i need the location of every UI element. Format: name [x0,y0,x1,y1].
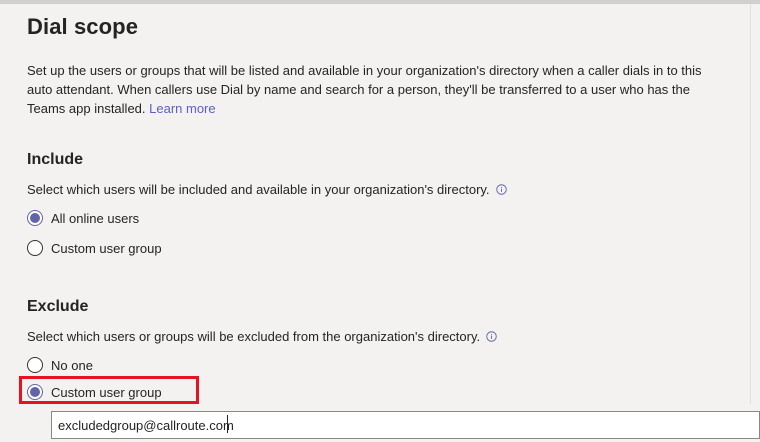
include-description: Select which users will be included and … [27,182,507,197]
info-icon[interactable] [495,184,507,195]
excluded-group-input[interactable] [51,411,760,439]
page-description-text: Set up the users or groups that will be … [27,63,702,116]
exclude-description: Select which users or groups will be exc… [27,329,497,344]
radio-selected-icon[interactable] [27,210,43,226]
radio-label: No one [51,357,93,373]
learn-more-link[interactable]: Learn more [149,101,215,116]
include-option-all-online-users[interactable]: All online users [27,210,139,226]
info-icon[interactable] [486,331,497,342]
text-cursor [227,415,228,433]
page-title: Dial scope [27,14,139,39]
exclude-description-text: Select which users or groups will be exc… [27,329,481,344]
exclude-option-no-one[interactable]: No one [27,357,93,373]
radio-unselected-icon[interactable] [27,357,43,373]
annotation-highlight-box [19,376,199,404]
exclude-section-title: Exclude [27,298,89,315]
radio-label: Custom user group [51,240,162,256]
include-option-custom-user-group[interactable]: Custom user group [27,240,162,256]
radio-unselected-icon[interactable] [27,240,43,256]
include-section-title: Include [27,151,84,168]
top-border [0,0,760,4]
page-description: Set up the users or groups that will be … [27,61,727,118]
include-description-text: Select which users will be included and … [27,182,490,197]
radio-label: All online users [51,210,140,226]
right-divider [750,4,751,404]
